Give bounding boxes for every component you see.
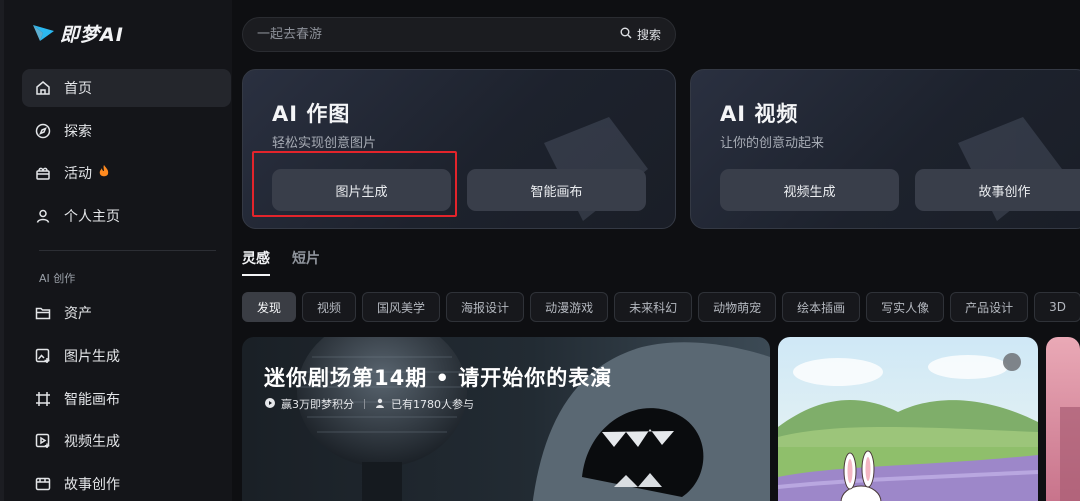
- sidebar-item-story[interactable]: 故事创作: [22, 465, 231, 501]
- chip-poster[interactable]: 海报设计: [446, 292, 525, 322]
- search-bar: 搜索: [242, 17, 676, 52]
- tab-inspiration[interactable]: 灵感: [242, 248, 270, 276]
- folder-icon: [34, 304, 52, 322]
- sidebar-divider: [39, 250, 216, 251]
- card-subtitle: 轻松实现创意图片: [272, 136, 377, 151]
- sidebar-item-label: 首页: [64, 81, 92, 97]
- banner-reward: 赢3万即梦积分: [281, 398, 354, 411]
- story-create-button[interactable]: 故事创作: [915, 169, 1080, 211]
- sidebar-item-assets[interactable]: 资产: [22, 294, 231, 332]
- highlight-annotation: [252, 151, 457, 217]
- event-banner[interactable]: 迷你剧场第14期 • 请开始你的表演 赢3万即梦积分 已有1780人参与: [242, 337, 770, 501]
- sidebar-item-profile[interactable]: 个人主页: [22, 197, 231, 235]
- feed-card[interactable]: [1046, 337, 1080, 501]
- image-gen-icon: [34, 347, 52, 365]
- search-icon: [620, 27, 632, 42]
- sidebar-item-explore[interactable]: 探索: [22, 112, 231, 150]
- feed-card-image: [1046, 337, 1080, 501]
- sidebar-item-label: 资产: [64, 306, 92, 322]
- sidebar-item-label: 个人主页: [64, 209, 120, 225]
- feed-card[interactable]: [778, 337, 1038, 501]
- chip-product[interactable]: 产品设计: [950, 292, 1029, 322]
- sidebar: 即梦AI 首页 探索 活动 个人主页 AI 创作 资产 图片生成 智能画布 视频…: [0, 0, 232, 501]
- canvas-icon: [34, 390, 52, 408]
- chip-video[interactable]: 视频: [302, 292, 357, 322]
- ai-video-card: AI 视频 让你的创意动起来 视频生成 故事创作: [690, 69, 1080, 229]
- sidebar-item-label: 探索: [64, 124, 92, 140]
- chip-picture-book[interactable]: 绘本插画: [782, 292, 861, 322]
- chip-portrait[interactable]: 写实人像: [866, 292, 945, 322]
- card-title: AI 视频: [720, 102, 799, 126]
- section-label: AI 创作: [39, 272, 76, 285]
- video-gen-button[interactable]: 视频生成: [720, 169, 899, 211]
- category-chips: 发现 视频 国风美学 海报设计 动漫游戏 未来科幻 动物萌宠 绘本插画 写实人像…: [242, 292, 1080, 322]
- fire-icon: [98, 164, 110, 182]
- banner-title: 迷你剧场第14期 • 请开始你的表演: [264, 366, 613, 390]
- feed-card-image: [778, 337, 1038, 501]
- chip-3d[interactable]: 3D: [1034, 292, 1080, 322]
- story-icon: [34, 475, 52, 493]
- sidebar-item-home[interactable]: 首页: [22, 69, 231, 107]
- banner-participants: 已有1780人参与: [391, 398, 474, 411]
- smart-canvas-button[interactable]: 智能画布: [467, 169, 646, 211]
- sidebar-item-image-gen[interactable]: 图片生成: [22, 337, 231, 375]
- sidebar-item-label: 图片生成: [64, 349, 120, 365]
- play-icon: [265, 397, 275, 411]
- sidebar-item-label: 故事创作: [64, 477, 120, 493]
- card-subtitle: 让你的创意动起来: [720, 136, 825, 151]
- sidebar-item-activity[interactable]: 活动: [22, 154, 231, 192]
- video-gen-icon: [34, 432, 52, 450]
- chip-scifi[interactable]: 未来科幻: [614, 292, 693, 322]
- tab-shorts[interactable]: 短片: [292, 248, 320, 276]
- user-icon: [375, 398, 385, 411]
- chip-discover[interactable]: 发现: [242, 292, 297, 322]
- meta-divider: [364, 399, 365, 409]
- chip-guofeng[interactable]: 国风美学: [362, 292, 441, 322]
- logo-icon: [32, 22, 56, 46]
- sidebar-item-label: 视频生成: [64, 434, 120, 450]
- banner-meta: 赢3万即梦积分 已有1780人参与: [265, 396, 474, 412]
- sidebar-item-canvas[interactable]: 智能画布: [22, 380, 231, 418]
- search-button-label: 搜索: [636, 28, 661, 42]
- logo[interactable]: 即梦AI: [32, 20, 124, 47]
- card-title: AI 作图: [272, 102, 351, 126]
- user-icon: [34, 207, 52, 225]
- home-icon: [34, 79, 52, 97]
- chip-pets[interactable]: 动物萌宠: [698, 292, 777, 322]
- gift-icon: [34, 164, 52, 182]
- sidebar-item-label: 活动: [64, 166, 92, 182]
- search-button[interactable]: 搜索: [620, 26, 661, 43]
- chip-anime-game[interactable]: 动漫游戏: [530, 292, 609, 322]
- search-input[interactable]: [257, 27, 620, 42]
- content-tabs: 灵感 短片: [242, 248, 320, 276]
- sidebar-item-label: 智能画布: [64, 392, 120, 408]
- sidebar-item-video-gen[interactable]: 视频生成: [22, 422, 231, 460]
- compass-icon: [34, 122, 52, 140]
- logo-text: 即梦AI: [60, 24, 124, 46]
